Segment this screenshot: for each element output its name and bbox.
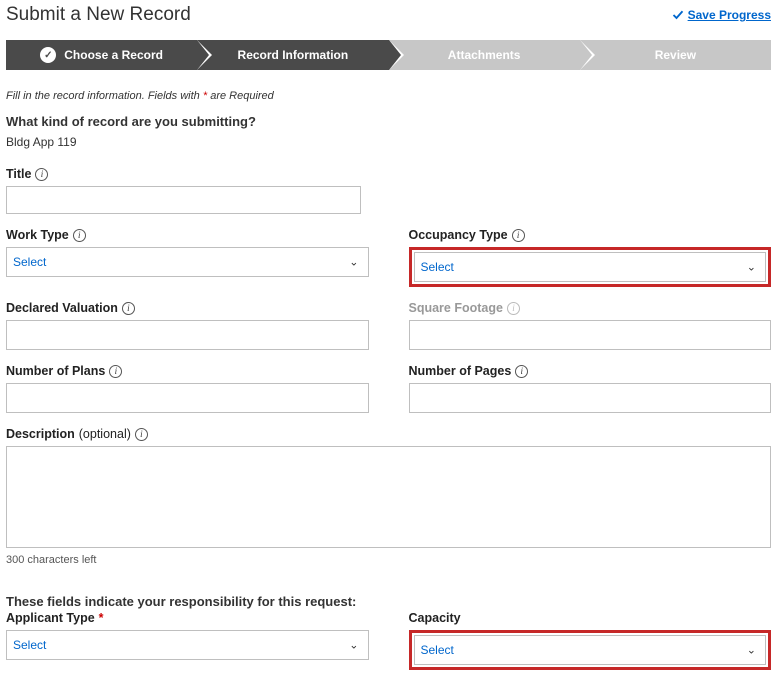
save-progress-label: Save Progress (688, 8, 771, 22)
page-title: Submit a New Record (6, 4, 191, 26)
work-type-label: Work Type i (6, 228, 369, 242)
occupancy-type-highlight: Select ⌄ (409, 247, 772, 287)
info-icon[interactable]: i (122, 302, 135, 315)
applicant-type-label: Applicant Type * (6, 611, 369, 625)
capacity-label: Capacity (409, 611, 772, 625)
step-label: Choose a Record (64, 48, 163, 62)
applicant-type-select[interactable]: Select (6, 630, 369, 660)
info-icon[interactable]: i (35, 168, 48, 181)
required-hint: Fill in the record information. Fields w… (6, 90, 771, 102)
number-of-pages-label: Number of Pages i (409, 364, 772, 378)
capacity-select[interactable]: Select (414, 635, 767, 665)
stepper: ✓ Choose a Record Record Information Att… (6, 40, 771, 70)
work-type-select[interactable]: Select (6, 247, 369, 277)
description-chars-left: 300 characters left (6, 554, 771, 566)
step-attachments[interactable]: Attachments (389, 40, 580, 70)
step-review[interactable]: Review (580, 40, 771, 70)
record-kind-question: What kind of record are you submitting? (6, 114, 771, 129)
info-icon[interactable]: i (515, 365, 528, 378)
number-of-plans-label: Number of Plans i (6, 364, 369, 378)
description-label: Description (optional) i (6, 427, 771, 441)
square-footage-input[interactable] (409, 320, 772, 350)
capacity-highlight: Select ⌄ (409, 630, 772, 670)
title-label: Title i (6, 167, 361, 181)
number-of-plans-input[interactable] (6, 383, 369, 413)
info-icon[interactable]: i (135, 428, 148, 441)
record-kind-value: Bldg App 119 (6, 135, 771, 149)
save-progress-link[interactable]: Save Progress (672, 8, 771, 22)
step-label: Review (655, 48, 696, 62)
declared-valuation-label: Declared Valuation i (6, 301, 369, 315)
info-icon[interactable]: i (73, 229, 86, 242)
description-textarea[interactable] (6, 446, 771, 548)
occupancy-type-select[interactable]: Select (414, 252, 767, 282)
step-choose-record[interactable]: ✓ Choose a Record (6, 40, 197, 70)
declared-valuation-input[interactable] (6, 320, 369, 350)
checkmark-icon (672, 9, 684, 21)
step-label: Attachments (448, 48, 521, 62)
info-icon[interactable]: i (512, 229, 525, 242)
check-circle-icon: ✓ (40, 47, 56, 63)
title-input[interactable] (6, 186, 361, 214)
step-record-information[interactable]: Record Information (197, 40, 388, 70)
responsibility-section-header: These fields indicate your responsibilit… (6, 594, 771, 609)
info-icon[interactable]: i (109, 365, 122, 378)
number-of-pages-input[interactable] (409, 383, 772, 413)
step-label: Record Information (238, 48, 349, 62)
occupancy-type-label: Occupancy Type i (409, 228, 772, 242)
info-icon[interactable]: i (507, 302, 520, 315)
square-footage-label: Square Footage i (409, 301, 772, 315)
